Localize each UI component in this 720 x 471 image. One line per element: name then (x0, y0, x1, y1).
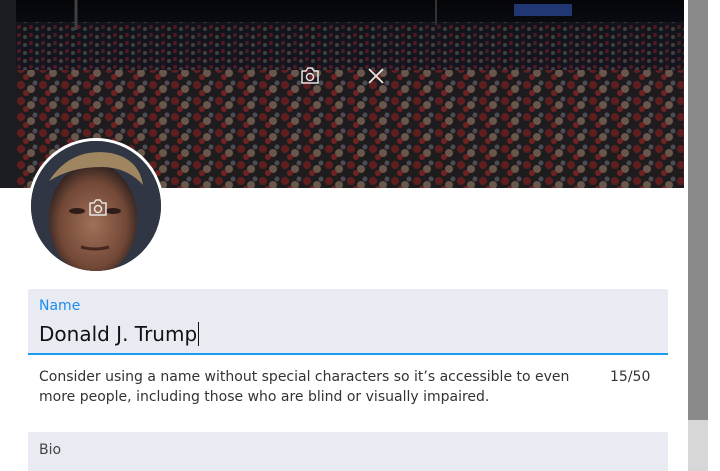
name-input[interactable]: Donald J. Trump (39, 322, 200, 346)
bio-field-label: Bio (39, 442, 62, 458)
avatar-camera-button[interactable] (84, 194, 112, 222)
edit-profile-page: Name Donald J. Trump Consider using a na… (0, 0, 720, 471)
overlay-edge (0, 0, 16, 188)
text-caret (198, 322, 200, 346)
name-input-value: Donald J. Trump (39, 322, 198, 346)
name-field-label: Name (39, 298, 81, 314)
banner-remove-button[interactable] (362, 62, 390, 90)
name-helper-text: Consider using a name without special ch… (39, 369, 570, 405)
scrollbar-thumb[interactable] (688, 0, 708, 420)
name-character-counter: 15/50 (610, 369, 651, 385)
name-field[interactable]: Name Donald J. Trump (28, 289, 668, 355)
bio-field[interactable]: Bio (28, 432, 668, 471)
close-icon (368, 68, 384, 84)
banner-camera-button[interactable] (296, 62, 324, 90)
camera-icon (301, 67, 319, 84)
camera-icon (89, 199, 107, 216)
